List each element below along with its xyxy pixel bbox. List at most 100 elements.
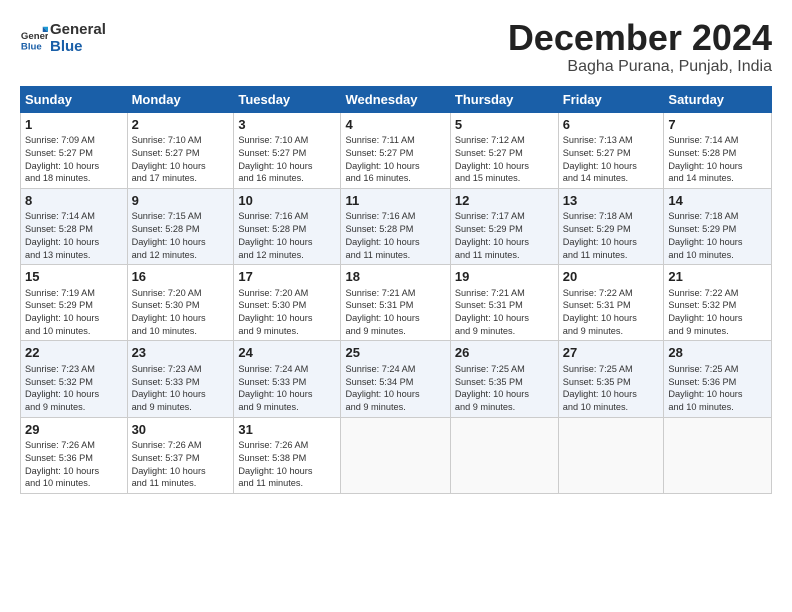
calendar-cell: 9Sunrise: 7:15 AMSunset: 5:28 PMDaylight… <box>127 188 234 264</box>
day-number: 20 <box>563 268 660 286</box>
day-number: 24 <box>238 344 336 362</box>
calendar-cell: 27Sunrise: 7:25 AMSunset: 5:35 PMDayligh… <box>558 341 664 417</box>
calendar-cell: 1Sunrise: 7:09 AMSunset: 5:27 PMDaylight… <box>21 112 128 188</box>
day-info: Sunrise: 7:10 AMSunset: 5:27 PMDaylight:… <box>132 134 230 185</box>
calendar-page: General Blue General Blue December 2024 … <box>0 0 792 504</box>
day-info: Sunrise: 7:14 AMSunset: 5:28 PMDaylight:… <box>25 210 123 261</box>
day-info: Sunrise: 7:20 AMSunset: 5:30 PMDaylight:… <box>132 287 230 338</box>
header: General Blue General Blue December 2024 … <box>20 18 772 76</box>
calendar-cell: 3Sunrise: 7:10 AMSunset: 5:27 PMDaylight… <box>234 112 341 188</box>
day-number: 12 <box>455 192 554 210</box>
calendar-week-row-4: 22Sunrise: 7:23 AMSunset: 5:32 PMDayligh… <box>21 341 772 417</box>
day-number: 28 <box>668 344 767 362</box>
logo-text: General Blue <box>50 22 106 55</box>
day-number: 6 <box>563 116 660 134</box>
calendar-cell: 24Sunrise: 7:24 AMSunset: 5:33 PMDayligh… <box>234 341 341 417</box>
day-info: Sunrise: 7:21 AMSunset: 5:31 PMDaylight:… <box>455 287 554 338</box>
calendar-cell <box>558 417 664 493</box>
day-number: 5 <box>455 116 554 134</box>
calendar-cell: 17Sunrise: 7:20 AMSunset: 5:30 PMDayligh… <box>234 265 341 341</box>
calendar-cell: 18Sunrise: 7:21 AMSunset: 5:31 PMDayligh… <box>341 265 450 341</box>
svg-text:General: General <box>21 31 48 42</box>
title-block: December 2024 Bagha Purana, Punjab, Indi… <box>508 18 772 76</box>
day-number: 1 <box>25 116 123 134</box>
day-info: Sunrise: 7:24 AMSunset: 5:34 PMDaylight:… <box>345 363 445 414</box>
day-info: Sunrise: 7:18 AMSunset: 5:29 PMDaylight:… <box>668 210 767 261</box>
day-info: Sunrise: 7:13 AMSunset: 5:27 PMDaylight:… <box>563 134 660 185</box>
day-info: Sunrise: 7:20 AMSunset: 5:30 PMDaylight:… <box>238 287 336 338</box>
day-info: Sunrise: 7:10 AMSunset: 5:27 PMDaylight:… <box>238 134 336 185</box>
day-info: Sunrise: 7:23 AMSunset: 5:33 PMDaylight:… <box>132 363 230 414</box>
day-number: 22 <box>25 344 123 362</box>
calendar-cell: 31Sunrise: 7:26 AMSunset: 5:38 PMDayligh… <box>234 417 341 493</box>
day-info: Sunrise: 7:24 AMSunset: 5:33 PMDaylight:… <box>238 363 336 414</box>
calendar-cell <box>341 417 450 493</box>
calendar-cell: 19Sunrise: 7:21 AMSunset: 5:31 PMDayligh… <box>450 265 558 341</box>
col-header-friday: Friday <box>558 86 664 112</box>
calendar-cell: 5Sunrise: 7:12 AMSunset: 5:27 PMDaylight… <box>450 112 558 188</box>
calendar-cell: 21Sunrise: 7:22 AMSunset: 5:32 PMDayligh… <box>664 265 772 341</box>
calendar-cell: 8Sunrise: 7:14 AMSunset: 5:28 PMDaylight… <box>21 188 128 264</box>
calendar-cell: 16Sunrise: 7:20 AMSunset: 5:30 PMDayligh… <box>127 265 234 341</box>
day-number: 27 <box>563 344 660 362</box>
day-number: 26 <box>455 344 554 362</box>
calendar-week-row-3: 15Sunrise: 7:19 AMSunset: 5:29 PMDayligh… <box>21 265 772 341</box>
day-number: 13 <box>563 192 660 210</box>
calendar-cell: 11Sunrise: 7:16 AMSunset: 5:28 PMDayligh… <box>341 188 450 264</box>
day-info: Sunrise: 7:26 AMSunset: 5:37 PMDaylight:… <box>132 439 230 490</box>
day-info: Sunrise: 7:22 AMSunset: 5:32 PMDaylight:… <box>668 287 767 338</box>
day-info: Sunrise: 7:26 AMSunset: 5:36 PMDaylight:… <box>25 439 123 490</box>
day-info: Sunrise: 7:11 AMSunset: 5:27 PMDaylight:… <box>345 134 445 185</box>
day-number: 31 <box>238 421 336 439</box>
col-header-wednesday: Wednesday <box>341 86 450 112</box>
col-header-sunday: Sunday <box>21 86 128 112</box>
col-header-saturday: Saturday <box>664 86 772 112</box>
day-info: Sunrise: 7:22 AMSunset: 5:31 PMDaylight:… <box>563 287 660 338</box>
calendar-cell: 4Sunrise: 7:11 AMSunset: 5:27 PMDaylight… <box>341 112 450 188</box>
day-number: 16 <box>132 268 230 286</box>
day-number: 2 <box>132 116 230 134</box>
calendar-cell: 15Sunrise: 7:19 AMSunset: 5:29 PMDayligh… <box>21 265 128 341</box>
day-number: 19 <box>455 268 554 286</box>
calendar-cell: 14Sunrise: 7:18 AMSunset: 5:29 PMDayligh… <box>664 188 772 264</box>
day-info: Sunrise: 7:26 AMSunset: 5:38 PMDaylight:… <box>238 439 336 490</box>
calendar-cell: 26Sunrise: 7:25 AMSunset: 5:35 PMDayligh… <box>450 341 558 417</box>
day-number: 4 <box>345 116 445 134</box>
day-number: 7 <box>668 116 767 134</box>
day-number: 25 <box>345 344 445 362</box>
day-number: 9 <box>132 192 230 210</box>
calendar-cell: 25Sunrise: 7:24 AMSunset: 5:34 PMDayligh… <box>341 341 450 417</box>
day-number: 14 <box>668 192 767 210</box>
calendar-cell: 10Sunrise: 7:16 AMSunset: 5:28 PMDayligh… <box>234 188 341 264</box>
calendar-cell: 6Sunrise: 7:13 AMSunset: 5:27 PMDaylight… <box>558 112 664 188</box>
day-info: Sunrise: 7:14 AMSunset: 5:28 PMDaylight:… <box>668 134 767 185</box>
col-header-monday: Monday <box>127 86 234 112</box>
calendar-cell: 13Sunrise: 7:18 AMSunset: 5:29 PMDayligh… <box>558 188 664 264</box>
day-info: Sunrise: 7:18 AMSunset: 5:29 PMDaylight:… <box>563 210 660 261</box>
calendar-cell: 23Sunrise: 7:23 AMSunset: 5:33 PMDayligh… <box>127 341 234 417</box>
calendar-cell: 20Sunrise: 7:22 AMSunset: 5:31 PMDayligh… <box>558 265 664 341</box>
calendar-header-row: SundayMondayTuesdayWednesdayThursdayFrid… <box>21 86 772 112</box>
day-number: 30 <box>132 421 230 439</box>
day-number: 17 <box>238 268 336 286</box>
day-info: Sunrise: 7:25 AMSunset: 5:36 PMDaylight:… <box>668 363 767 414</box>
calendar-cell: 29Sunrise: 7:26 AMSunset: 5:36 PMDayligh… <box>21 417 128 493</box>
day-number: 3 <box>238 116 336 134</box>
day-info: Sunrise: 7:19 AMSunset: 5:29 PMDaylight:… <box>25 287 123 338</box>
calendar-cell: 12Sunrise: 7:17 AMSunset: 5:29 PMDayligh… <box>450 188 558 264</box>
day-info: Sunrise: 7:16 AMSunset: 5:28 PMDaylight:… <box>238 210 336 261</box>
calendar-week-row-1: 1Sunrise: 7:09 AMSunset: 5:27 PMDaylight… <box>21 112 772 188</box>
day-number: 18 <box>345 268 445 286</box>
day-number: 15 <box>25 268 123 286</box>
logo-icon: General Blue <box>20 25 48 53</box>
calendar-cell: 30Sunrise: 7:26 AMSunset: 5:37 PMDayligh… <box>127 417 234 493</box>
day-number: 11 <box>345 192 445 210</box>
logo: General Blue General Blue <box>20 22 106 55</box>
calendar-cell <box>664 417 772 493</box>
day-info: Sunrise: 7:16 AMSunset: 5:28 PMDaylight:… <box>345 210 445 261</box>
calendar-week-row-5: 29Sunrise: 7:26 AMSunset: 5:36 PMDayligh… <box>21 417 772 493</box>
day-number: 23 <box>132 344 230 362</box>
day-info: Sunrise: 7:15 AMSunset: 5:28 PMDaylight:… <box>132 210 230 261</box>
calendar-table: SundayMondayTuesdayWednesdayThursdayFrid… <box>20 86 772 494</box>
day-number: 29 <box>25 421 123 439</box>
